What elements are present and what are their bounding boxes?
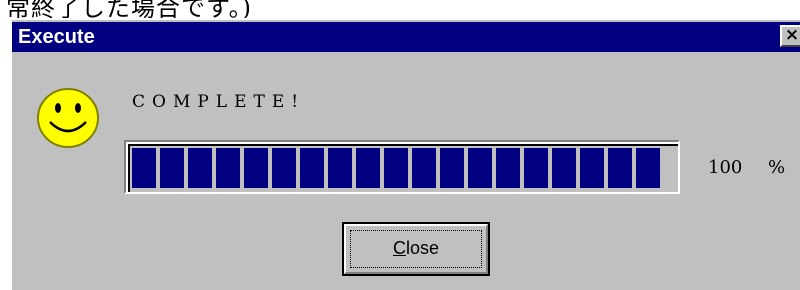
progress-block [608,148,632,188]
progress-block [384,148,408,188]
progress-bar-track [128,144,678,192]
close-button[interactable]: Close [342,222,490,276]
title-bar[interactable]: Execute × [12,22,800,52]
progress-percent-sign: % [768,157,786,178]
progress-block [496,148,520,188]
progress-block [328,148,352,188]
progress-block [356,148,380,188]
status-message: COMPLETE! [132,92,306,112]
close-button-mnemonic: C [392,238,406,258]
progress-block [132,148,156,188]
progress-block [580,148,604,188]
progress-block [440,148,464,188]
progress-block [160,148,184,188]
progress-block [244,148,268,188]
close-button-label-rest: lose [405,238,440,258]
progress-block [216,148,240,188]
progress-block [412,148,436,188]
progress-block [272,148,296,188]
close-button-label: Close [344,238,488,259]
progress-block [524,148,548,188]
background-document-text: 常終了した場合です。) [6,0,252,18]
progress-block [188,148,212,188]
progress-block [636,148,660,188]
execute-dialog: Execute × COMPLETE! 100 % Close [10,18,800,290]
close-window-button[interactable]: × [780,25,800,47]
progress-block [552,148,576,188]
background-document-strip: 常終了した場合です。) [0,0,800,18]
progress-bar [124,140,680,194]
dialog-title: Execute [18,26,95,48]
progress-block [300,148,324,188]
close-icon: × [784,25,800,45]
progress-block [468,148,492,188]
smiley-face-icon [37,88,99,148]
progress-percent-value: 100 [708,157,743,178]
